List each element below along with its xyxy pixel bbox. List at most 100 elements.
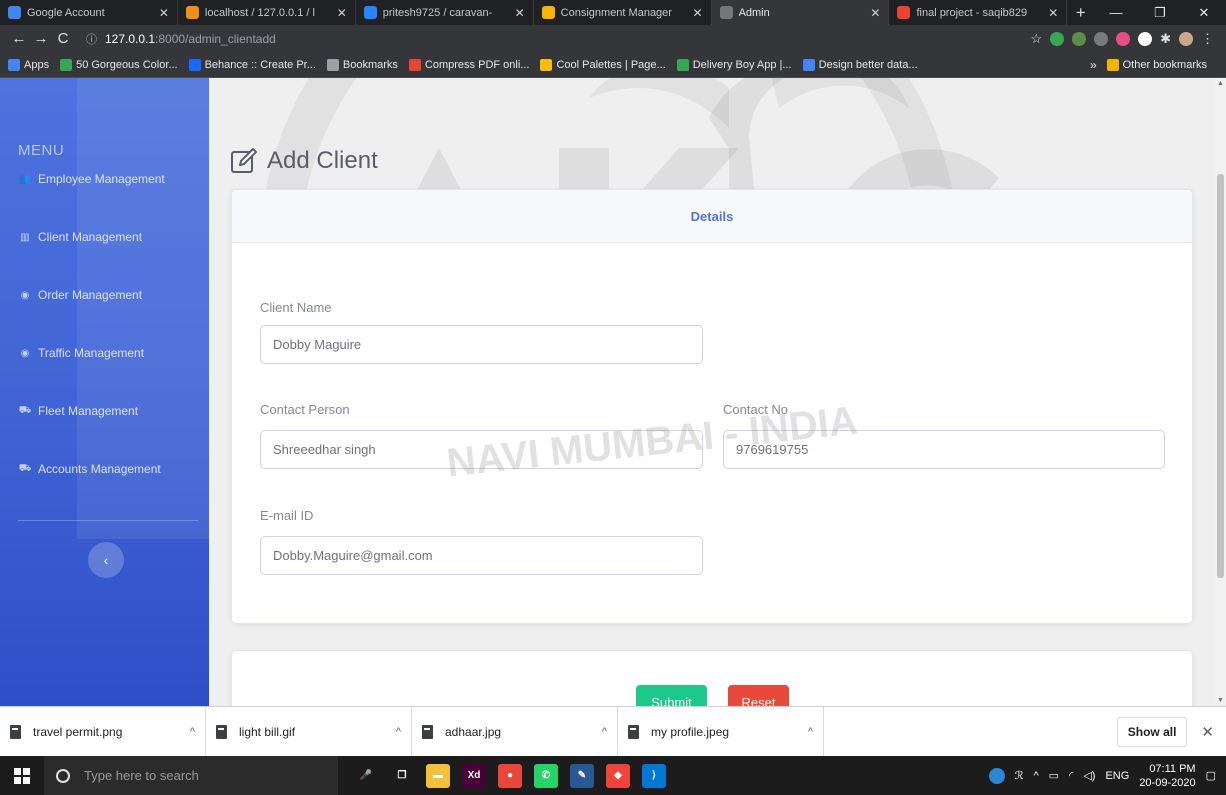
scroll-up-icon[interactable]: ▲: [1215, 80, 1226, 87]
download-options-chevron-icon[interactable]: ^: [190, 726, 195, 738]
browser-tab[interactable]: pritesh9725 / caravan- ✕: [356, 0, 534, 25]
close-tab-icon[interactable]: ✕: [337, 6, 347, 20]
browser-tab-title: Admin: [738, 6, 770, 19]
color-picker-extension-icon[interactable]: [1116, 31, 1131, 46]
wifi-icon[interactable]: ◜: [1069, 769, 1073, 782]
close-tab-icon[interactable]: ✕: [515, 6, 525, 20]
notifications-icon[interactable]: ▢: [1206, 769, 1216, 782]
microphone-icon[interactable]: 🎤: [354, 763, 378, 788]
taskbar-search-input[interactable]: Type here to search: [44, 756, 338, 795]
contact-person-input[interactable]: Shreeedhar singh: [260, 430, 703, 469]
chrome-icon[interactable]: ●: [498, 763, 522, 788]
restore-icon[interactable]: ❐: [1138, 0, 1182, 25]
people-icon[interactable]: ℛ: [1015, 769, 1024, 782]
contact-no-input[interactable]: 9769619755: [723, 430, 1165, 469]
sidebar-item-traffic-management[interactable]: ◉ Traffic Management: [18, 346, 144, 360]
scrollbar-thumb[interactable]: [1217, 174, 1224, 578]
submit-button[interactable]: Submit: [636, 685, 707, 706]
extension-icon[interactable]: [1072, 31, 1087, 46]
minimize-icon[interactable]: —: [1094, 0, 1138, 25]
browser-tab[interactable]: localhost / 127.0.0.1 / l ✕: [178, 0, 356, 25]
close-window-icon[interactable]: ✕: [1182, 0, 1226, 25]
extensions-puzzle-icon[interactable]: ✱: [1160, 31, 1171, 47]
bookmark-label: Design better data...: [818, 58, 918, 71]
info-icon[interactable]: ⓘ: [86, 31, 97, 47]
bookmark-item[interactable]: Behance :: Create Pr...: [188, 58, 316, 71]
extension-icon[interactable]: [1094, 31, 1109, 46]
url-input[interactable]: ⓘ 127.0.0.1 :8000/admin_clientadd: [80, 28, 1030, 49]
bookmark-label: Delivery Boy App |...: [692, 58, 792, 71]
bookmark-item[interactable]: Apps: [8, 58, 50, 71]
bookmark-item[interactable]: Compress PDF onli...: [408, 58, 529, 71]
network-icon[interactable]: ▭: [1049, 769, 1059, 782]
bookmarks-overflow-button[interactable]: »: [1090, 58, 1097, 72]
dribbble-icon: [676, 58, 689, 71]
forward-icon[interactable]: →: [30, 30, 52, 47]
fontface-extension-icon[interactable]: [1138, 31, 1153, 46]
bookmark-item[interactable]: Bookmarks: [326, 58, 398, 71]
whatsapp-icon[interactable]: ✆: [534, 763, 558, 788]
vscode-icon[interactable]: ⟩: [642, 763, 666, 788]
download-item[interactable]: travel permit.png ^: [0, 706, 206, 757]
palette-icon: [540, 58, 553, 71]
sidebar-item-client-management[interactable]: ▥ Client Management: [18, 230, 142, 244]
close-tab-icon[interactable]: ✕: [693, 6, 703, 20]
bookmark-label: Apps: [24, 58, 50, 71]
client-name-input[interactable]: Dobby Maguire: [260, 325, 703, 364]
help-icon[interactable]: [988, 767, 1005, 784]
close-tab-icon[interactable]: ✕: [159, 6, 169, 20]
download-options-chevron-icon[interactable]: ^: [808, 726, 813, 738]
scroll-down-icon[interactable]: ▼: [1215, 697, 1226, 704]
file-explorer-icon[interactable]: ▬: [426, 763, 450, 788]
download-options-chevron-icon[interactable]: ^: [396, 726, 401, 738]
bookmark-item[interactable]: Design better data...: [802, 58, 918, 71]
profile-avatar[interactable]: [1179, 31, 1193, 46]
browser-menu-icon[interactable]: ⋮: [1201, 31, 1214, 47]
download-item[interactable]: adhaar.jpg ^: [412, 706, 618, 757]
browser-tab[interactable]: Google Account ✕: [0, 0, 178, 25]
bookmark-item[interactable]: Cool Palettes | Page...: [540, 58, 666, 71]
page-scrollbar[interactable]: ▲ ▼: [1215, 78, 1226, 706]
close-tab-icon[interactable]: ✕: [870, 6, 880, 20]
clock[interactable]: 07:11 PM 20-09-2020: [1139, 762, 1195, 790]
download-item[interactable]: my profile.jpeg ^: [618, 706, 824, 757]
close-downloads-icon[interactable]: ✕: [1201, 723, 1214, 741]
new-tab-button[interactable]: +: [1067, 0, 1094, 25]
info-icon: [802, 58, 815, 71]
browser-tab[interactable]: Admin ✕: [711, 0, 890, 25]
browser-tab[interactable]: final project - saqib829 ✕: [889, 0, 1068, 25]
language-indicator[interactable]: ENG: [1105, 770, 1129, 782]
task-view-icon[interactable]: ❐: [390, 763, 414, 788]
bookmark-item[interactable]: Delivery Boy App |...: [676, 58, 792, 71]
reload-icon[interactable]: C: [52, 30, 74, 47]
download-options-chevron-icon[interactable]: ^: [602, 726, 607, 738]
other-bookmarks-folder[interactable]: Other bookmarks: [1106, 58, 1207, 71]
sidebar-item-fleet-management[interactable]: ⛟ Fleet Management: [18, 404, 138, 418]
volume-icon[interactable]: ◁): [1083, 769, 1095, 782]
back-icon[interactable]: ←: [8, 30, 30, 47]
grammarly-extension-icon[interactable]: [1050, 31, 1065, 46]
sidebar-item-order-management[interactable]: ◉ Order Management: [18, 288, 142, 302]
sidebar-heading: MENU: [18, 142, 65, 159]
show-all-downloads-button[interactable]: Show all: [1116, 716, 1188, 747]
browser-tab[interactable]: Consignment Manager ✕: [534, 0, 712, 25]
anydesk-icon[interactable]: ◆: [606, 763, 630, 788]
contact-person-label: Contact Person: [260, 402, 350, 417]
sidebar-toggle-button[interactable]: ‹: [88, 542, 124, 578]
sidebar-item-employee-management[interactable]: 👥 Employee Management: [18, 172, 165, 186]
email-input[interactable]: Dobby.Maguire@gmail.com: [260, 536, 703, 575]
windows-start-icon[interactable]: [0, 756, 44, 795]
reset-button[interactable]: Reset: [728, 685, 789, 706]
pen-icon[interactable]: ✎: [570, 763, 594, 788]
card-header: Details: [232, 190, 1192, 243]
download-item[interactable]: light bill.gif ^: [206, 706, 412, 757]
tray-chevron-icon[interactable]: ^: [1034, 770, 1039, 782]
adobe-xd-icon[interactable]: Xd: [462, 763, 486, 788]
palette-icon: [60, 58, 73, 71]
bookmark-item[interactable]: 50 Gorgeous Color...: [60, 58, 178, 71]
bookmark-star-icon[interactable]: ☆: [1030, 31, 1042, 47]
edit-icon: [231, 148, 257, 173]
close-tab-icon[interactable]: ✕: [1048, 6, 1058, 20]
sidebar-item-accounts-management[interactable]: ⛟ Accounts Management: [18, 462, 161, 476]
address-bar: ← → C ⓘ 127.0.0.1 :8000/admin_clientadd …: [0, 25, 1226, 52]
